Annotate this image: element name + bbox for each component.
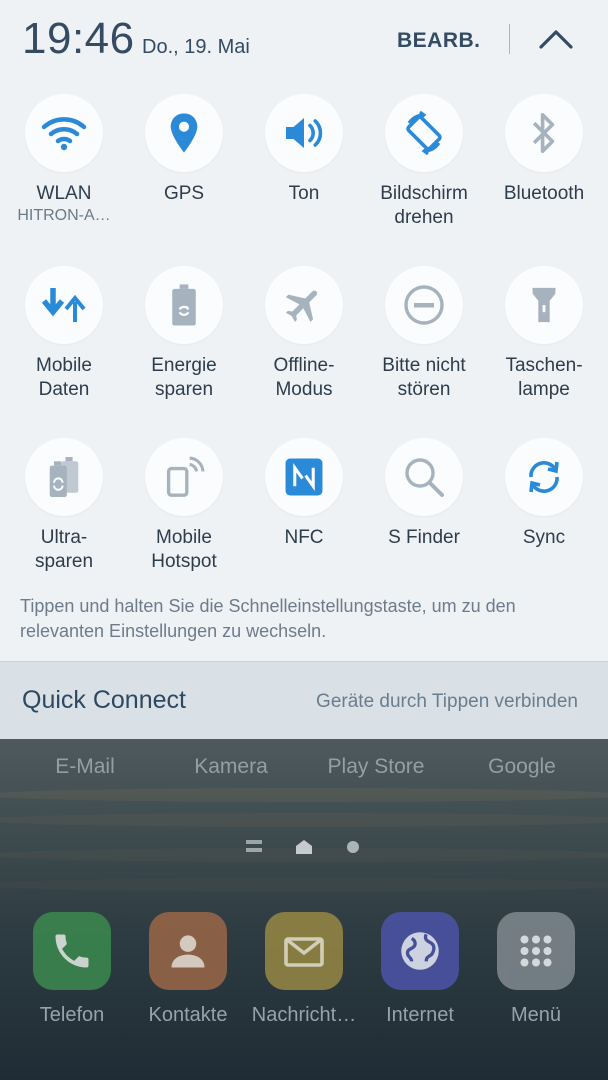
tile-rotate-label: Bildschirm drehen [380,183,468,228]
tile-s-finder[interactable]: S Finder [364,438,484,550]
tile-nfc[interactable]: NFC [244,438,364,550]
quick-settings-hint: Tippen und halten Sie die Schnelleinstel… [20,596,516,641]
tile-ultra-saving-label: Ultra-sparen [34,527,94,572]
dock-telefon[interactable] [33,912,111,990]
quick-settings-panel: 19:46 Do., 19. Mai BEARB. WLAN HITRON-A… [0,0,608,739]
tile-sync-label: Sync [522,527,566,548]
tile-flashlight-label: Taschen-lampe [505,355,583,400]
tile-ton[interactable]: Ton [244,94,364,206]
tile-airplane-button[interactable] [265,266,343,344]
tile-wlan-network: HITRON-A… [17,207,111,224]
tile-s-finder-button[interactable] [385,438,463,516]
apps-grid-icon [520,935,552,967]
dock-nachrichten[interactable] [265,912,343,990]
tile-hotspot-button[interactable] [145,438,223,516]
tile-energie-sparen[interactable]: Energie sparen [124,266,244,402]
message-icon [284,937,324,967]
tile-nfc-button[interactable] [265,438,343,516]
location-pin-icon [170,113,198,153]
contacts-icon [171,935,205,968]
app-label-google[interactable]: Google [462,755,582,779]
nfc-icon [285,458,323,496]
tile-power-saving-button[interactable] [145,266,223,344]
quick-connect-bar[interactable]: Quick Connect Geräte durch Tippen verbin… [0,661,608,739]
edit-button[interactable]: BEARB. [397,29,481,53]
tile-hotspot-label: Mobile Hotspot [151,527,217,572]
do-not-disturb-icon [404,285,444,325]
tile-wlan-label: WLAN [36,183,92,204]
home-screen [0,738,608,1080]
tile-ton-label: Ton [288,183,320,204]
app-label-play-store[interactable]: Play Store [316,755,436,779]
dock-label-telefon: Telefon [39,1004,105,1026]
tile-power-saving-label: Energie sparen [151,355,217,400]
tile-taschenlampe[interactable]: Taschen-lampe [484,266,604,402]
tile-bluetooth-button[interactable] [505,94,583,172]
page-indicator [246,838,366,863]
tile-gps-button[interactable] [145,94,223,172]
dock-label-internet: Internet [386,1004,454,1026]
collapse-button[interactable] [532,20,580,58]
quick-connect-title: Quick Connect [22,686,186,714]
tile-bildschirm-drehen[interactable]: Bildschirm drehen [364,94,484,230]
tile-bluetooth[interactable]: Bluetooth [484,94,604,206]
date: Do., 19. Mai [142,36,250,58]
tile-wlan[interactable]: WLAN HITRON-A… [4,94,124,226]
tile-mobile-daten[interactable]: Mobile Daten [4,266,124,402]
bluetooth-icon [532,112,555,154]
tile-mobile-data-label: Mobile Daten [36,355,92,400]
flashlight-icon [532,287,556,323]
tile-wlan-button[interactable] [25,94,103,172]
tile-mobile-hotspot[interactable]: Mobile Hotspot [124,438,244,574]
tile-dnd-button[interactable] [385,266,463,344]
tile-airplane-label: Offline-Modus [273,355,335,400]
tile-ultra-sparen[interactable]: Ultra-sparen [4,438,124,574]
mobile-data-icon [41,288,86,322]
rotate-screen-icon [406,110,442,156]
dock-menue[interactable] [497,912,575,990]
tile-bluetooth-label: Bluetooth [503,183,585,204]
tile-mobile-data-button[interactable] [25,266,103,344]
tile-offline-modus[interactable]: Offline-Modus [244,266,364,402]
phone-icon [55,934,89,968]
header-divider [509,24,510,54]
tile-ultra-saving-button[interactable] [25,438,103,516]
tile-gps[interactable]: GPS [124,94,244,206]
tile-rotate-button[interactable] [385,94,463,172]
tile-bitte-nicht-stoeren[interactable]: Bitte nicht stören [364,266,484,402]
page-indicator-dots [246,840,359,854]
tile-ton-button[interactable] [265,94,343,172]
tile-s-finder-label: S Finder [388,527,460,548]
battery-recycle-icon [172,284,196,326]
airplane-icon [285,290,318,322]
chevron-up-icon [539,30,573,49]
tile-nfc-label: NFC [284,527,324,548]
globe-icon [401,932,439,970]
hotspot-icon [166,456,205,497]
tile-gps-label: GPS [163,183,205,204]
search-icon [405,458,444,497]
dock-label-menue: Menü [510,1004,562,1026]
wifi-icon [41,117,87,151]
clock: 19:46 [22,14,135,63]
tile-sync[interactable]: Sync [484,438,604,550]
ultra-power-saving-icon [49,457,79,497]
sync-icon [529,461,559,493]
app-label-email[interactable]: E-Mail [25,755,145,779]
dock-label-nachrichten: Nachricht… [251,1004,357,1026]
dock-kontakte[interactable] [149,912,227,990]
app-label-kamera[interactable]: Kamera [171,755,291,779]
tile-dnd-label: Bitte nicht stören [382,355,466,400]
tile-sync-button[interactable] [505,438,583,516]
dock-internet[interactable] [381,912,459,990]
panel-header: 19:46 Do., 19. Mai BEARB. [0,0,608,82]
dock-label-kontakte: Kontakte [148,1004,228,1026]
tile-flashlight-button[interactable] [505,266,583,344]
quick-connect-subtitle: Geräte durch Tippen verbinden [316,691,578,712]
speaker-icon [286,118,323,148]
